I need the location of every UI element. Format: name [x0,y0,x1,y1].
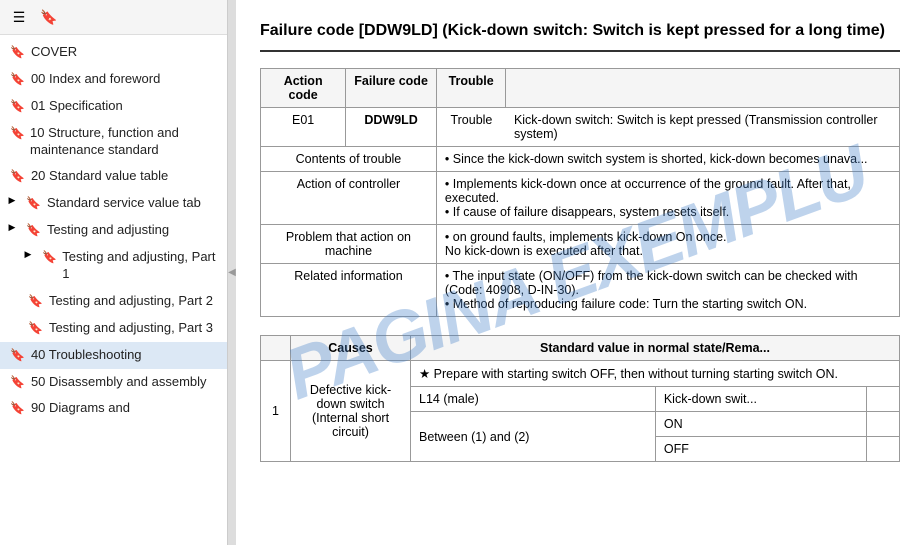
related-line2: • Method of reproducing failure code: Tu… [445,297,891,311]
connector-label: L14 (male) [411,387,656,412]
sidebar-label-90: 90 Diagrams and [31,400,130,417]
causes-header: Causes [291,336,411,361]
sidebar-item-00-index[interactable]: 🔖 00 Index and foreword [0,66,227,93]
bookmark-icon-90: 🔖 [10,401,25,417]
causes-table: Causes Standard value in normal state/Re… [260,335,900,462]
related-content: • The input state (ON/OFF) from the kick… [436,264,899,317]
col-header-trouble: Trouble [436,69,506,108]
sidebar-label-01: 01 Specification [31,98,123,115]
sidebar-label-40: 40 Troubleshooting [31,347,142,364]
info-table: Action code Failure code Trouble E01 DDW… [260,68,900,317]
table-row-related: Related information • The input state (O… [261,264,900,317]
standard-value-header: Standard value in normal state/Rema... [411,336,900,361]
bookmark-icon-00: 🔖 [10,72,25,88]
sidebar-item-20-standard[interactable]: 🔖 20 Standard value table [0,163,227,190]
main-content: Failure code [DDW9LD] (Kick-down switch:… [236,0,924,545]
sidebar-label-cover: COVER [31,44,77,61]
causes-row-1: 1 Defective kick-down switch (Internal s… [261,361,900,387]
sidebar-item-testing-adj-1[interactable]: ▶ 🔖 Testing and adjusting, Part 1 [0,244,227,288]
bookmark-icon-50: 🔖 [10,375,25,391]
cause-label: Defective kick-down switch (Internal sho… [291,361,411,462]
sidebar-label-20: 20 Standard value table [31,168,168,185]
sidebar-label-10: 10 Structure, function and maintenance s… [30,125,219,159]
collapse-arrow-testing[interactable]: ▶ [4,222,20,234]
sidebar-resizer[interactable] [228,0,236,545]
sidebar-item-testing-adj-3[interactable]: 🔖 Testing and adjusting, Part 3 [0,315,227,342]
sidebar-item-50-disassembly[interactable]: 🔖 50 Disassembly and assembly [0,369,227,396]
action-content: • Implements kick-down once at occurrenc… [436,172,899,225]
bookmark-icon-10: 🔖 [10,126,24,142]
trouble-desc: Kick-down switch: Switch is kept pressed… [506,108,900,147]
prepare-note: ★ Prepare with starting switch OFF, then… [411,361,900,387]
related-line1: • The input state (ON/OFF) from the kick… [445,269,891,297]
collapse-arrow-testing1[interactable]: ▶ [20,249,36,261]
sidebar-item-standard-service[interactable]: ▶ 🔖 Standard service value tab [0,190,227,217]
bookmark-icon[interactable]: 🔖 [38,6,60,28]
sidebar-item-90-diagrams[interactable]: 🔖 90 Diagrams and [0,395,227,422]
bookmark-icon-01: 🔖 [10,99,25,115]
problem-header: Problem that action on machine [261,225,437,264]
action-code-value: E01 [261,108,346,147]
problem-line1: • on ground faults, implements kick-down… [445,230,891,244]
on-val [867,412,900,437]
kickdown-switch-label: Kick-down swit... [655,387,866,412]
action-line1: • Implements kick-down once at occurrenc… [445,177,891,205]
col-header-failure-code: Failure code [346,69,437,108]
sidebar-label-50: 50 Disassembly and assembly [31,374,207,391]
empty-cell [867,387,900,412]
contents-header: Contents of trouble [261,147,437,172]
table-row-problem: Problem that action on machine • on grou… [261,225,900,264]
action-line2: • If cause of failure disappears, system… [445,205,891,219]
sidebar-label-testing1: Testing and adjusting, Part 1 [62,249,219,283]
page-title: Failure code [DDW9LD] (Kick-down switch:… [260,20,900,52]
bookmark-icon-20: 🔖 [10,169,25,185]
on-label: ON [655,412,866,437]
sidebar-item-cover[interactable]: 🔖 COVER [0,39,227,66]
bookmark-icon-testing3: 🔖 [28,321,43,337]
causes-num-header [261,336,291,361]
col-header-trouble-desc [506,69,900,108]
bookmark-icon-testing1: 🔖 [42,250,56,266]
cause-num: 1 [261,361,291,462]
between-label: Between (1) and (2) [411,412,656,462]
table-row-contents: Contents of trouble • Since the kick-dow… [261,147,900,172]
failure-code-value: DDW9LD [346,108,437,147]
sidebar-item-testing-adj-2[interactable]: 🔖 Testing and adjusting, Part 2 [0,288,227,315]
bookmark-icon-testing2: 🔖 [28,294,43,310]
sidebar-item-01-spec[interactable]: 🔖 01 Specification [0,93,227,120]
sidebar-item-10-structure[interactable]: 🔖 10 Structure, function and maintenance… [0,120,227,164]
sidebar-nav: 🔖 COVER 🔖 00 Index and foreword 🔖 01 Spe… [0,35,227,545]
table-row-action: Action of controller • Implements kick-d… [261,172,900,225]
sidebar-label-testing: Testing and adjusting [47,222,169,239]
sidebar: ☰ 🔖 🔖 COVER 🔖 00 Index and foreword 🔖 01… [0,0,228,545]
bookmark-icon-40: 🔖 [10,348,25,364]
sidebar-item-40-troubleshooting[interactable]: 🔖 40 Troubleshooting [0,342,227,369]
col-header-action-code: Action code [261,69,346,108]
sidebar-label-testing2: Testing and adjusting, Part 2 [49,293,213,310]
table-row-codes: E01 DDW9LD Trouble Kick-down switch: Swi… [261,108,900,147]
off-val [867,437,900,462]
page-title-text: Failure code [DDW9LD] (Kick-down switch:… [260,22,885,39]
collapse-arrow-standard[interactable]: ▶ [4,195,20,207]
sidebar-label-00: 00 Index and foreword [31,71,160,88]
trouble-label: Trouble [436,108,506,147]
action-header: Action of controller [261,172,437,225]
related-header: Related information [261,264,437,317]
bookmark-icon-testing: 🔖 [26,223,41,239]
menu-icon[interactable]: ☰ [8,6,30,28]
sidebar-item-testing-adj[interactable]: ▶ 🔖 Testing and adjusting [0,217,227,244]
sidebar-toolbar: ☰ 🔖 [0,0,227,35]
off-label: OFF [655,437,866,462]
contents-content: • Since the kick-down switch system is s… [436,147,899,172]
bookmark-icon-standard: 🔖 [26,196,41,212]
bookmark-icon-cover: 🔖 [10,45,25,61]
problem-content: • on ground faults, implements kick-down… [436,225,899,264]
sidebar-label-standard: Standard service value tab [47,195,201,212]
sidebar-label-testing3: Testing and adjusting, Part 3 [49,320,213,337]
problem-line2: No kick-down is executed after that. [445,244,891,258]
